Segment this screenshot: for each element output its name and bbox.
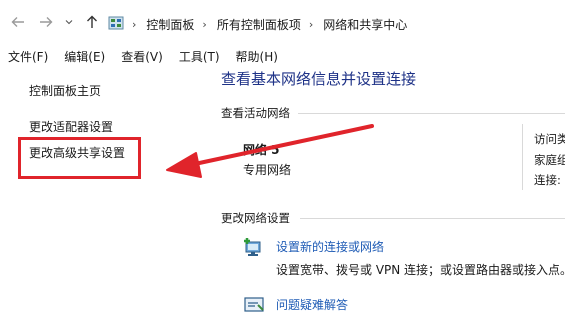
menu-edit[interactable]: 编辑(E) <box>56 48 113 65</box>
troubleshoot-icon <box>243 295 267 317</box>
recent-locations-button[interactable] <box>62 12 76 32</box>
homegroup-label: 家庭组 <box>534 153 565 167</box>
annotation-highlight-box <box>18 137 141 179</box>
access-type-label: 访问类 <box>534 132 565 146</box>
network-type[interactable]: 专用网络 <box>243 161 291 178</box>
back-button[interactable] <box>8 12 28 32</box>
troubleshoot-link[interactable]: 问题疑难解答 <box>276 296 348 313</box>
network-sharing-center-window: › 控制面板 › 所有控制面板项 › 网络和共享中心 文件(F) 编辑(E) 查… <box>0 0 565 317</box>
address-bar-row: › 控制面板 › 所有控制面板项 › 网络和共享中心 <box>0 0 565 44</box>
control-panel-icon <box>108 15 124 31</box>
sidebar-item-control-panel-home[interactable]: 控制面板主页 <box>29 82 101 99</box>
connections-label: 连接: <box>534 173 561 187</box>
back-arrow-icon <box>11 17 24 27</box>
menu-tools[interactable]: 工具(T) <box>171 48 228 65</box>
forward-arrow-icon <box>40 17 53 27</box>
breadcrumb-separator[interactable]: › <box>202 18 206 31</box>
setup-new-connection-description: 设置宽带、拨号或 VPN 连接；或设置路由器或接入点。 <box>276 263 565 277</box>
menu-file[interactable]: 文件(F) <box>0 48 56 65</box>
breadcrumb-separator: › <box>132 17 137 31</box>
sidebar-item-change-adapter-settings[interactable]: 更改适配器设置 <box>29 118 113 135</box>
chevron-down-icon <box>65 20 73 25</box>
divider <box>298 113 565 114</box>
menu-view[interactable]: 查看(V) <box>113 48 171 65</box>
divider <box>300 218 565 219</box>
forward-button[interactable] <box>36 12 56 32</box>
active-networks-heading: 查看活动网络 <box>221 106 290 120</box>
breadcrumb: › 控制面板 › 所有控制面板项 › 网络和共享中心 <box>132 14 407 34</box>
up-button[interactable] <box>82 12 102 32</box>
menu-help[interactable]: 帮助(H) <box>228 48 286 65</box>
breadcrumb-item-network-sharing[interactable]: 网络和共享中心 <box>323 16 407 33</box>
new-connection-icon <box>243 236 267 258</box>
breadcrumb-item-control-panel[interactable]: 控制面板 <box>146 16 194 33</box>
page-title: 查看基本网络信息并设置连接 <box>221 70 417 88</box>
divider <box>522 124 523 190</box>
breadcrumb-item-all-items[interactable]: 所有控制面板项 <box>217 16 301 33</box>
setup-new-connection-link[interactable]: 设置新的连接或网络 <box>276 238 384 255</box>
menu-bar: 文件(F) 编辑(E) 查看(V) 工具(T) 帮助(H) <box>0 44 565 68</box>
change-network-settings-heading: 更改网络设置 <box>221 211 290 225</box>
breadcrumb-separator[interactable]: › <box>309 18 313 31</box>
up-arrow-icon <box>87 15 97 28</box>
network-name: 网络 5 <box>243 143 280 157</box>
